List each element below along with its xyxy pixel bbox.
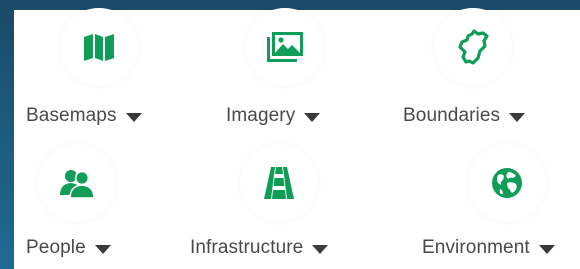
category-basemaps[interactable]: Basemaps <box>14 8 194 130</box>
chevron-down-icon <box>125 112 142 122</box>
environment-label: Environment <box>422 237 530 258</box>
image-icon <box>266 31 304 63</box>
chevron-down-icon <box>312 244 329 254</box>
boundary-icon <box>456 28 490 66</box>
category-people[interactable]: People <box>14 140 194 260</box>
chevron-down-icon <box>509 112 526 122</box>
environment-dropdown[interactable]: Environment <box>422 237 555 259</box>
category-imagery[interactable]: Imagery <box>214 8 394 130</box>
boundaries-dropdown[interactable]: Boundaries <box>403 105 526 127</box>
people-label: People <box>26 237 86 258</box>
imagery-dropdown[interactable]: Imagery <box>226 105 321 127</box>
globe-icon <box>491 167 523 199</box>
imagery-label: Imagery <box>226 105 296 126</box>
people-icon-button[interactable] <box>38 144 116 222</box>
environment-icon-button[interactable] <box>468 144 546 222</box>
people-icon <box>58 167 96 199</box>
basemaps-label: Basemaps <box>26 105 117 126</box>
category-environment[interactable]: Environment <box>406 140 580 260</box>
map-icon <box>82 32 116 62</box>
infrastructure-dropdown[interactable]: Infrastructure <box>190 237 329 259</box>
people-dropdown[interactable]: People <box>26 237 111 259</box>
infrastructure-icon-button[interactable] <box>240 144 318 222</box>
infrastructure-label: Infrastructure <box>190 237 304 258</box>
boundaries-icon-button[interactable] <box>434 8 512 86</box>
chevron-down-icon <box>94 244 111 254</box>
imagery-icon-button[interactable] <box>246 8 324 86</box>
road-icon <box>263 166 295 200</box>
chevron-down-icon <box>538 244 555 254</box>
category-infrastructure[interactable]: Infrastructure <box>190 140 370 260</box>
boundaries-label: Boundaries <box>403 105 501 126</box>
basemaps-icon-button[interactable] <box>60 8 138 86</box>
chevron-down-icon <box>304 112 321 122</box>
category-boundaries[interactable]: Boundaries <box>402 8 580 130</box>
basemaps-dropdown[interactable]: Basemaps <box>26 105 142 127</box>
category-panel: Basemaps Imagery Boundaries People Infra… <box>14 8 580 269</box>
